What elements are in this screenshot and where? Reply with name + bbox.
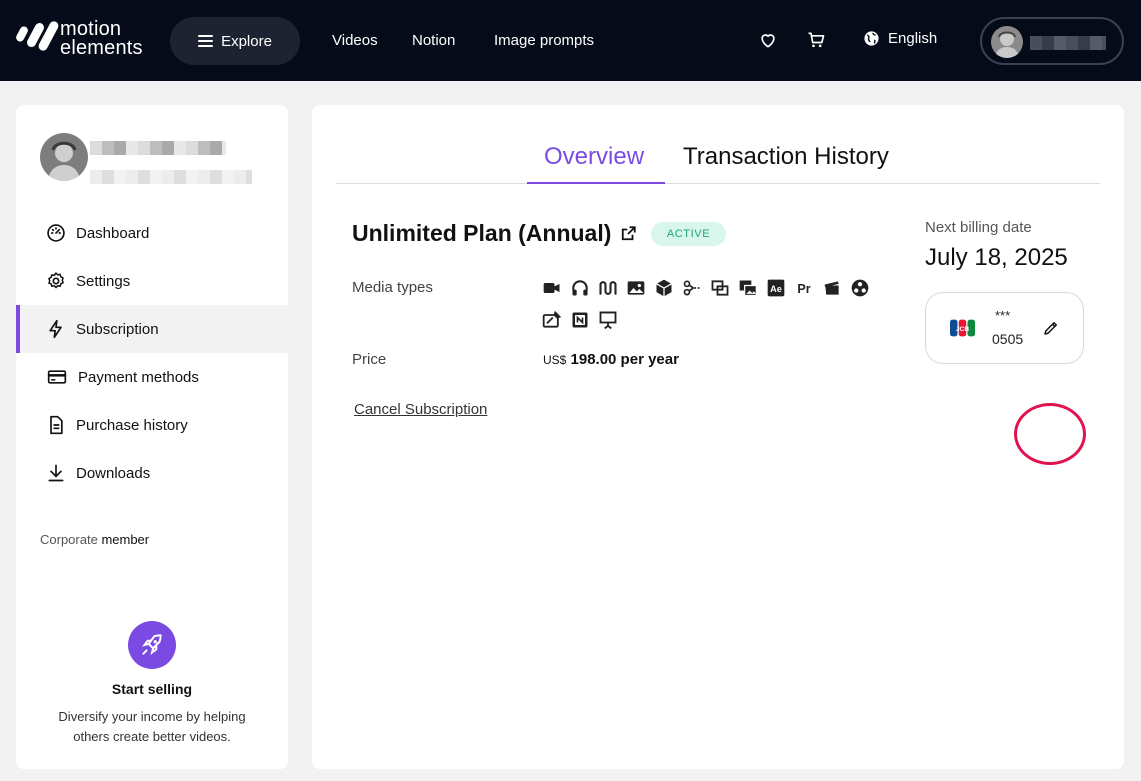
presentation-icon [599,311,617,330]
sidebar-item-subscription[interactable]: Subscription [16,305,288,353]
nav-link-videos[interactable]: Videos [332,32,378,49]
media-types-label: Media types [352,279,433,296]
subscription-panel: Overview Transaction History Unlimited P… [312,105,1124,769]
avatar [991,26,1023,58]
payment-card: JCB *** 0505 [925,292,1084,364]
clapperboard-icon [824,281,839,295]
sidebar-item-label: Settings [76,272,131,290]
davinci-resolve-icon [851,279,869,297]
nav-link-image-prompts[interactable]: Image prompts [494,32,594,49]
tabs-divider [336,183,1100,184]
globe-icon [864,31,879,46]
account-sidebar: Dashboard Settings Subscription Payment … [16,105,288,769]
card-last-four: 0505 [992,331,1024,347]
sidebar-item-label: Payment methods [78,368,199,386]
plan-title-text: Unlimited Plan (Annual) [352,220,612,246]
notion-icon [572,312,588,328]
language-selector[interactable]: English [863,30,937,47]
member-type-prefix: Corporate [40,532,98,547]
sidebar-item-settings[interactable]: Settings [16,257,288,305]
svg-text:Ae: Ae [770,284,782,294]
external-link-icon[interactable] [619,225,637,243]
credit-card-icon [47,370,67,384]
tab-overview[interactable]: Overview [544,143,644,171]
dashboard-icon [47,224,65,242]
logo-text-line2: elements [60,37,143,59]
profile-avatar [40,133,88,181]
after-effects-icon: Ae [767,279,785,297]
price-label: Price [352,351,387,368]
sidebar-item-payment-methods[interactable]: Payment methods [16,353,288,401]
status-badge: ACTIVE [651,222,726,246]
jcb-card-brand: JCB [956,326,970,333]
language-label: English [888,30,938,47]
user-menu-button[interactable] [980,17,1124,65]
highlight-ring [1014,403,1086,465]
edit-payment-card-button[interactable] [1036,313,1066,343]
top-navigation-bar: motion elements Explore Videos Notion Im… [0,0,1141,81]
sidebar-item-label: Purchase history [76,416,188,434]
svg-text:Pr: Pr [797,282,810,296]
sidebar-item-dashboard[interactable]: Dashboard [16,209,288,257]
scissors-icon [683,280,700,296]
tab-transaction-history[interactable]: Transaction History [683,143,889,171]
member-type: Corporate member [40,532,149,547]
gear-icon [48,272,64,289]
plan-title: Unlimited Plan (Annual) [352,220,637,247]
next-billing-label: Next billing date [925,219,1032,236]
premiere-pro-icon: Pr [797,282,810,296]
logo-mark-icon [14,18,60,60]
price-currency: US$ [543,353,567,367]
pencil-icon [1044,322,1057,335]
cancel-subscription-link[interactable]: Cancel Subscription [354,401,487,418]
start-selling-description: Diversify your income by helping others … [58,709,246,744]
rocket-icon [141,634,162,656]
download-icon [48,464,64,482]
photo-stack-icon [739,280,757,297]
explore-button[interactable]: Explore [170,17,300,65]
redacted-username [1030,36,1106,50]
3d-cube-icon [656,279,672,297]
motion-elements-logo[interactable]: motion elements [14,18,143,60]
explore-label: Explore [221,32,272,50]
user-avatar-icon [995,31,1019,58]
price-value: US$ 198.00 per year [543,351,679,368]
redacted-profile-name [90,141,226,155]
start-selling-title[interactable]: Start selling [16,681,288,697]
sidebar-item-label: Subscription [76,320,159,338]
sidebar-item-downloads[interactable]: Downloads [16,449,288,497]
jcb-card-icon: JCB [950,319,975,337]
headphones-icon [572,280,588,296]
start-selling-button[interactable] [128,621,176,669]
menu-icon [198,35,214,47]
sidebar-item-label: Dashboard [76,224,150,242]
cart-icon[interactable] [806,30,826,50]
motion-graphics-icon [542,310,562,328]
user-avatar-icon [48,141,80,181]
transition-icon [711,280,729,296]
audio-wave-icon [599,281,617,295]
sidebar-item-purchase-history[interactable]: Purchase history [16,401,288,449]
member-type-suffix: member [101,532,150,547]
next-billing-date: July 18, 2025 [925,244,1068,271]
sidebar-item-label: Downloads [76,464,151,482]
image-icon [627,281,645,295]
card-number-mask: *** [995,308,1011,323]
active-tab-indicator [527,182,665,184]
redacted-profile-email [90,170,252,184]
lightning-icon [49,319,62,339]
heart-icon[interactable] [758,30,778,50]
price-amount: 198.00 per year [570,351,679,368]
document-icon [50,415,63,435]
nav-link-notion[interactable]: Notion [412,32,455,49]
video-icon [543,283,560,293]
